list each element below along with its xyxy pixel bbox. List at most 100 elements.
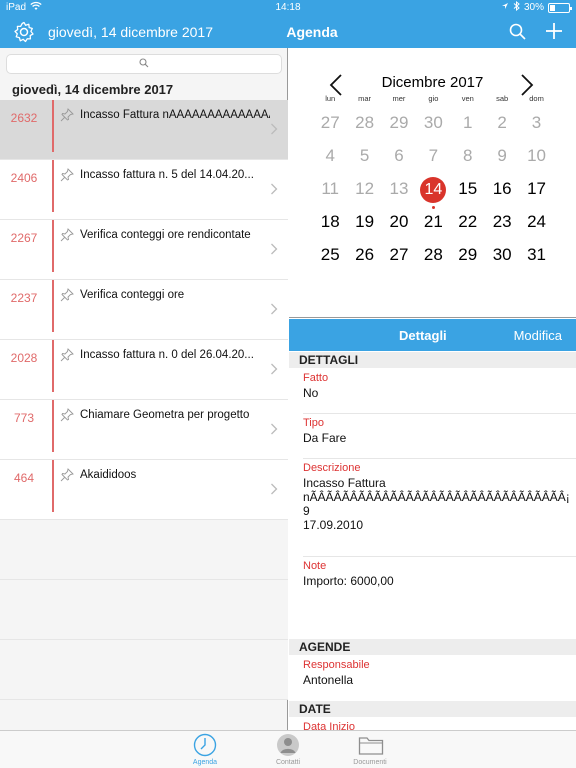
person-icon <box>276 733 300 757</box>
calendar-day[interactable]: 1 <box>451 108 485 141</box>
settings-gear-icon[interactable] <box>12 20 36 44</box>
calendar-day[interactable]: 16 <box>485 174 519 207</box>
today-number: 14 <box>420 177 447 203</box>
tab-contatti[interactable]: Contatti <box>253 733 323 766</box>
pushpin-icon[interactable] <box>60 348 74 362</box>
search-field[interactable] <box>6 54 282 74</box>
search-field-icon <box>139 55 149 73</box>
calendar-day[interactable]: 26 <box>347 240 381 273</box>
item-color-bar <box>52 400 54 452</box>
calendar-day[interactable]: 15 <box>451 174 485 207</box>
field-note-label: Note <box>303 560 327 572</box>
list-item[interactable]: 2632 Incasso Fattura nÃÂÃÂÃÂÃÂÃÂÃÂÃÂÃÂ <box>0 100 288 160</box>
calendar-days-grid: 27 28 29 30 1 2 3 4 5 6 7 8 9 10 11 12 13 14 15 16 17 18 19 20 2… <box>313 108 575 273</box>
calendar-day[interactable]: 24 <box>519 207 553 240</box>
field-data-inizio[interactable]: Data Inizio <box>303 721 576 730</box>
field-tipo-value: Da Fare <box>303 431 347 445</box>
list-item[interactable]: 2406 Incasso fattura n. 5 del 14.04.20... <box>0 160 288 220</box>
weekday-label: gio <box>428 94 439 103</box>
calendar-day[interactable]: 5 <box>347 141 381 174</box>
calendar-day[interactable]: 27 <box>313 108 347 141</box>
empty-list-row <box>0 640 288 700</box>
calendar-day[interactable]: 22 <box>451 207 485 240</box>
calendar-day[interactable]: 27 <box>382 240 416 273</box>
calendar-day[interactable]: 18 <box>313 207 347 240</box>
pushpin-icon[interactable] <box>60 288 74 302</box>
chevron-right-icon <box>270 182 278 198</box>
calendar-day[interactable]: 29 <box>382 108 416 141</box>
calendar-day[interactable]: 4 <box>313 141 347 174</box>
calendar-day[interactable]: 28 <box>347 108 381 141</box>
item-color-bar <box>52 100 54 152</box>
item-title: Verifica conteggi ore <box>80 289 185 301</box>
list-item[interactable]: 773 Chiamare Geometra per progetto <box>0 400 288 460</box>
tab-documenti[interactable]: Documenti <box>335 733 405 766</box>
empty-list-row <box>0 520 288 580</box>
calendar-day[interactable]: 19 <box>347 207 381 240</box>
empty-list-row <box>0 580 288 640</box>
pushpin-icon[interactable] <box>60 168 74 182</box>
field-fatto[interactable]: Fatto No <box>303 372 576 414</box>
calendar-day[interactable]: 13 <box>382 174 416 207</box>
folder-icon <box>358 733 384 757</box>
field-responsabile[interactable]: Responsabile Antonella <box>303 659 576 699</box>
list-item[interactable]: 2267 Verifica conteggi ore rendicontate <box>0 220 288 280</box>
list-item[interactable]: 2028 Incasso fattura n. 0 del 26.04.20... <box>0 340 288 400</box>
pushpin-icon[interactable] <box>60 108 74 122</box>
pushpin-icon[interactable] <box>60 468 74 482</box>
calendar-month-title: Dicembre 2017 <box>381 74 484 91</box>
calendar-day[interactable]: 12 <box>347 174 381 207</box>
field-descrizione-label: Descrizione <box>303 462 361 474</box>
nav-bar: giovedì, 14 dicembre 2017 Agenda <box>0 16 576 48</box>
calendar-day[interactable]: 6 <box>382 141 416 174</box>
status-time: 14:18 <box>275 2 301 13</box>
calendar-day[interactable]: 23 <box>485 207 519 240</box>
calendar-day[interactable]: 9 <box>485 141 519 174</box>
calendar-day[interactable]: 20 <box>382 207 416 240</box>
field-tipo[interactable]: Tipo Da Fare <box>303 417 576 459</box>
calendar-day[interactable]: 21 <box>416 207 450 240</box>
item-title: Chiamare Geometra per progetto <box>80 409 250 421</box>
field-descrizione[interactable]: Descrizione Incasso Fattura nÃÂÃÂÃÂÃÂÃÂÃ… <box>303 462 576 557</box>
nav-date[interactable]: giovedì, 14 dicembre 2017 <box>48 24 213 40</box>
calendar-day[interactable]: 11 <box>313 174 347 207</box>
list-item[interactable]: 2237 Verifica conteggi ore <box>0 280 288 340</box>
calendar-week: 4 5 6 7 8 9 10 <box>313 141 575 174</box>
calendar-day[interactable]: 25 <box>313 240 347 273</box>
tab-agenda[interactable]: Agenda <box>170 733 240 766</box>
edit-button[interactable]: Modifica <box>514 328 562 343</box>
tab-bar: Agenda Contatti Documenti <box>0 730 576 768</box>
calendar-day[interactable]: 30 <box>485 240 519 273</box>
field-note[interactable]: Note Importo: 6000,00 <box>303 560 576 636</box>
calendar-day[interactable]: 10 <box>519 141 553 174</box>
search-icon[interactable] <box>508 22 528 42</box>
item-title: Incasso Fattura nÃÂÃÂÃÂÃÂÃÂÃÂÃÂÃÂ <box>80 109 270 121</box>
calendar-day[interactable]: 17 <box>519 174 553 207</box>
item-number: 2028 <box>10 351 38 365</box>
calendar-day[interactable]: 30 <box>416 108 450 141</box>
item-number: 773 <box>13 411 35 425</box>
bluetooth-icon <box>513 0 520 14</box>
item-number: 2406 <box>10 171 38 185</box>
calendar-day[interactable]: 29 <box>451 240 485 273</box>
add-plus-icon[interactable] <box>542 19 566 43</box>
section-header-date: DATE <box>289 701 576 717</box>
calendar-day-today[interactable]: 14 <box>416 174 450 209</box>
weekday-label: sab <box>496 94 509 103</box>
pushpin-icon[interactable] <box>60 408 74 422</box>
calendar-day[interactable]: 3 <box>519 108 553 141</box>
calendar-day[interactable]: 2 <box>485 108 519 141</box>
list-item[interactable]: 464 Akaididoos <box>0 460 288 520</box>
battery-icon <box>548 2 572 13</box>
field-note-value: Importo: 6000,00 <box>303 574 394 588</box>
calendar-day[interactable]: 31 <box>519 240 553 273</box>
item-color-bar <box>52 280 54 332</box>
field-data-inizio-label: Data Inizio <box>303 721 355 730</box>
pushpin-icon[interactable] <box>60 228 74 242</box>
field-tipo-label: Tipo <box>303 417 324 429</box>
detail-pane: Dettagli Modifica DETTAGLI Fatto No Tipo… <box>289 319 576 730</box>
item-color-bar <box>52 160 54 212</box>
calendar-day[interactable]: 28 <box>416 240 450 273</box>
calendar-day[interactable]: 8 <box>451 141 485 174</box>
calendar-day[interactable]: 7 <box>416 141 450 174</box>
